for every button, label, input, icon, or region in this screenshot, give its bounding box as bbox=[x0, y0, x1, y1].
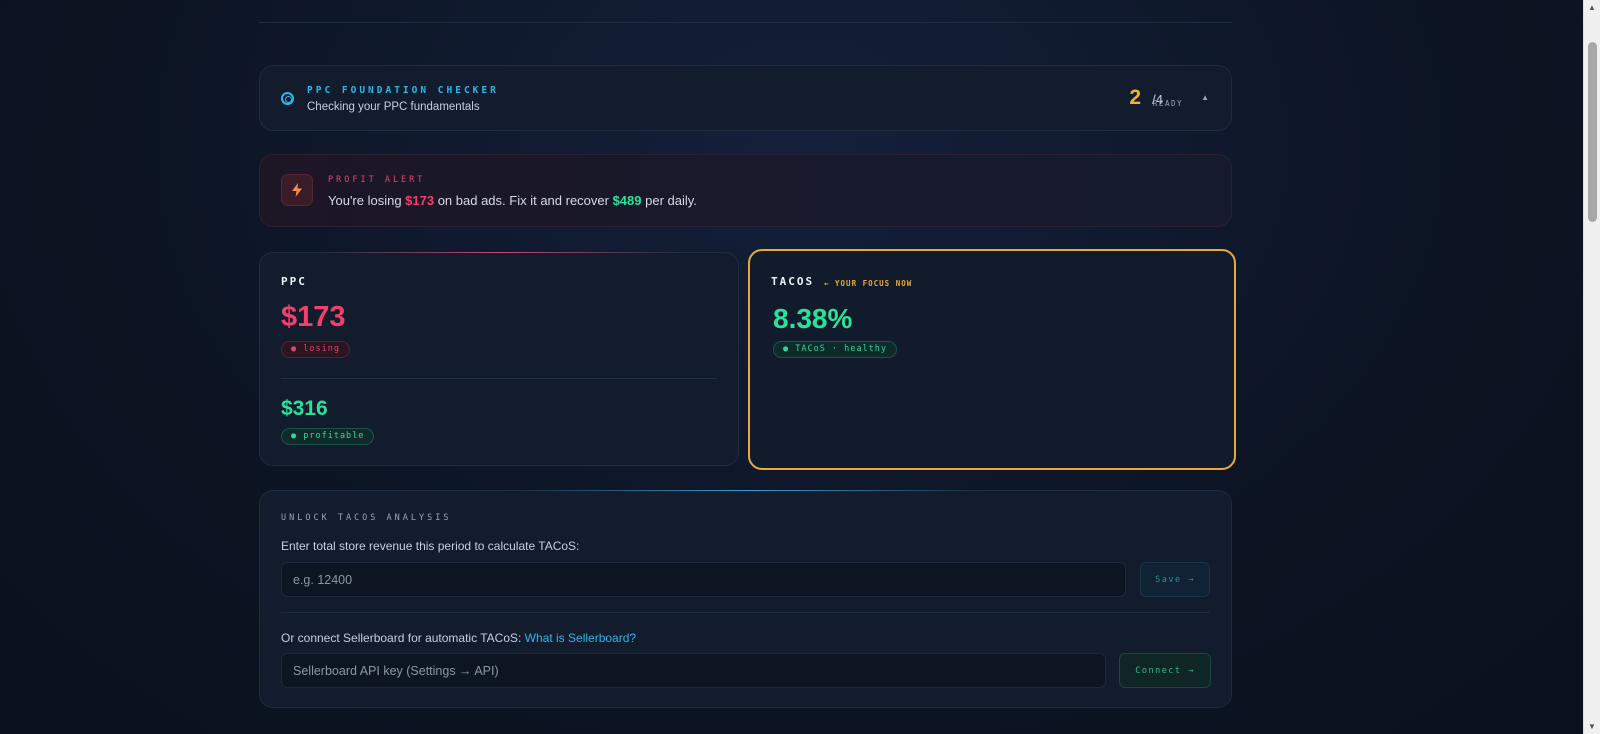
top-divider bbox=[259, 22, 1232, 23]
connect-button[interactable]: Connect → bbox=[1119, 653, 1211, 688]
tacos-card: TACOS ← YOUR FOCUS NOW 8.38% ● TACoS · h… bbox=[748, 249, 1236, 470]
target-icon bbox=[281, 92, 294, 105]
unlock-divider bbox=[281, 612, 1210, 613]
alert-label: PROFIT ALERT bbox=[328, 175, 426, 185]
tacos-percent: 8.38% bbox=[773, 303, 853, 334]
checker-title: PPC FOUNDATION CHECKER bbox=[307, 85, 499, 96]
ppc-losing-value: $173 bbox=[281, 301, 346, 333]
ready-label: READY bbox=[1152, 99, 1183, 108]
checker-subtitle: Checking your PPC fundamentals bbox=[307, 101, 480, 113]
alert-msg-prefix: You're losing bbox=[328, 193, 406, 208]
save-button[interactable]: Save → bbox=[1140, 562, 1210, 597]
page: PPC FOUNDATION CHECKER Checking your PPC… bbox=[0, 0, 1600, 734]
tacos-title: TACOS bbox=[771, 275, 815, 288]
losing-badge: ● losing bbox=[281, 341, 350, 358]
alert-msg-mid: on bad ads. Fix it and recover bbox=[434, 193, 613, 208]
collapse-caret-icon[interactable]: ▲ bbox=[1201, 93, 1209, 102]
sellerboard-api-key-input[interactable] bbox=[281, 653, 1106, 688]
ppc-profitable-value: $316 bbox=[281, 397, 328, 420]
bolt-icon bbox=[281, 174, 313, 206]
revenue-description: Enter total store revenue this period to… bbox=[281, 539, 580, 553]
profit-alert: PROFIT ALERT You're losing $173 on bad a… bbox=[259, 154, 1232, 227]
tacos-health-badge: ● TACoS · healthy bbox=[773, 341, 897, 358]
scroll-up-icon[interactable]: ▲ bbox=[1588, 3, 1596, 12]
alert-message: You're losing $173 on bad ads. Fix it an… bbox=[328, 193, 697, 208]
sellerboard-desc-text: Or connect Sellerboard for automatic TAC… bbox=[281, 631, 525, 645]
scroll-down-icon[interactable]: ▼ bbox=[1588, 722, 1596, 731]
unlock-tacos-panel: UNLOCK TACOS ANALYSIS Enter total store … bbox=[259, 490, 1232, 708]
profitable-badge: ● profitable bbox=[281, 428, 375, 445]
ppc-title: PPC bbox=[281, 275, 307, 288]
unlock-label: UNLOCK TACOS ANALYSIS bbox=[281, 513, 452, 523]
page-scrollbar[interactable]: ▲ ▼ bbox=[1583, 0, 1600, 734]
sellerboard-description: Or connect Sellerboard for automatic TAC… bbox=[281, 631, 636, 645]
scrollbar-thumb[interactable] bbox=[1588, 42, 1597, 222]
focus-now-label: ← YOUR FOCUS NOW bbox=[824, 279, 913, 288]
foundation-checker-header[interactable]: PPC FOUNDATION CHECKER Checking your PPC… bbox=[259, 65, 1232, 131]
ppc-divider bbox=[281, 378, 717, 379]
alert-loss-amount: $173 bbox=[405, 193, 435, 208]
alert-msg-suffix: per daily. bbox=[641, 193, 697, 208]
alert-gain-amount: $489 bbox=[612, 193, 642, 208]
what-is-sellerboard-link[interactable]: What is Sellerboard? bbox=[525, 631, 636, 645]
ppc-card: PPC $173 ● losing $316 ● profitable bbox=[259, 252, 739, 466]
revenue-input[interactable] bbox=[281, 562, 1126, 597]
ready-count: 2 bbox=[1129, 86, 1141, 109]
